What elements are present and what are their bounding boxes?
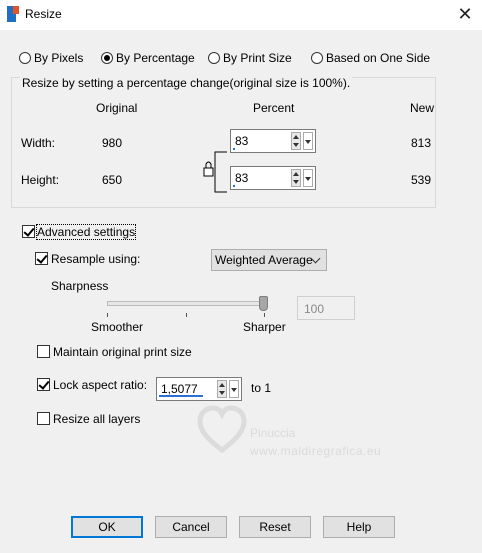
width-label: Width: xyxy=(21,136,56,150)
advanced-settings-checkbox[interactable] xyxy=(22,225,35,238)
slider-tick xyxy=(186,313,187,317)
radio-by-pixels[interactable] xyxy=(19,52,31,64)
radio-by-pixels-label: By Pixels xyxy=(34,51,84,65)
sharpness-label: Sharpness xyxy=(51,279,109,293)
height-spin-arrows[interactable] xyxy=(291,169,301,187)
resize-all-layers-checkbox[interactable] xyxy=(37,412,50,425)
sharpness-min-label: Smoother xyxy=(91,320,144,334)
sharpness-value: 100 xyxy=(304,302,325,316)
reset-button[interactable]: Reset xyxy=(239,516,311,538)
aspect-ratio-value: 1,5077 xyxy=(161,382,198,396)
lock-aspect-ratio-checkbox[interactable] xyxy=(37,378,50,391)
header-original: Original xyxy=(96,101,138,115)
radio-by-print-size[interactable] xyxy=(208,52,220,64)
width-original-value: 980 xyxy=(102,136,123,150)
width-percent-value: 83 xyxy=(235,134,249,148)
resample-method-value: Weighted Average xyxy=(215,253,313,267)
width-spin-arrows[interactable] xyxy=(291,132,301,150)
slider-tick xyxy=(264,313,265,317)
title-bar xyxy=(0,0,482,30)
slider-tick xyxy=(107,313,108,317)
resample-checkbox[interactable] xyxy=(35,252,48,265)
height-new-value: 539 xyxy=(411,173,432,187)
height-percent-spinner[interactable]: 83 xyxy=(230,166,316,190)
aspect-dropdown-arrow[interactable] xyxy=(229,380,239,398)
resample-label: Resample using: xyxy=(51,252,141,266)
height-dropdown-arrow[interactable] xyxy=(303,169,313,187)
height-original-value: 650 xyxy=(102,173,123,187)
window-title: Resize xyxy=(25,7,62,21)
resize-all-layers-label: Resize all layers xyxy=(53,412,141,426)
sharpness-max-label: Sharper xyxy=(243,320,286,334)
sharpness-value-field: 100 xyxy=(297,296,355,320)
aspect-ratio-suffix: to 1 xyxy=(251,381,272,395)
watermark-url: www.maldiregrafica.eu xyxy=(250,444,382,458)
maintain-print-size-label: Maintain original print size xyxy=(53,345,192,359)
radio-based-on-one-side-label: Based on One Side xyxy=(326,51,431,65)
app-icon xyxy=(7,6,19,22)
heart-logo-icon xyxy=(197,405,247,454)
sharpness-slider-thumb[interactable] xyxy=(259,296,268,311)
ok-button[interactable]: OK xyxy=(71,516,143,538)
radio-based-on-one-side[interactable] xyxy=(311,52,323,64)
group-title: Resize by setting a percentage change(or… xyxy=(20,76,353,90)
width-new-value: 813 xyxy=(411,136,432,150)
help-button[interactable]: Help xyxy=(323,516,395,538)
height-label: Height: xyxy=(21,173,60,187)
maintain-print-size-checkbox[interactable] xyxy=(37,345,50,358)
advanced-settings-label: Advanced settings xyxy=(35,224,137,240)
aspect-spin-arrows[interactable] xyxy=(217,380,227,398)
width-percent-spinner[interactable]: 83 xyxy=(230,129,316,153)
radio-by-percentage[interactable] xyxy=(101,52,113,64)
radio-by-percentage-label: By Percentage xyxy=(116,51,195,65)
width-dropdown-arrow[interactable] xyxy=(303,132,313,150)
header-percent: Percent xyxy=(253,101,295,115)
sharpness-slider-track[interactable] xyxy=(107,301,267,306)
header-new: New xyxy=(410,101,435,115)
close-icon[interactable]: ✕ xyxy=(452,2,478,26)
watermark-name: Pinuccia xyxy=(250,426,296,440)
lock-aspect-ratio-label: Lock aspect ratio: xyxy=(53,378,148,392)
height-percent-value: 83 xyxy=(235,171,249,185)
aspect-ratio-spinner[interactable]: 1,5077 xyxy=(156,377,242,401)
resample-method-select[interactable]: Weighted Average xyxy=(211,249,327,271)
aspect-lock-icon[interactable] xyxy=(203,150,229,194)
cancel-button[interactable]: Cancel xyxy=(155,516,227,538)
watermark: Pinuccia www.maldiregrafica.eu xyxy=(192,400,412,460)
radio-by-print-size-label: By Print Size xyxy=(223,51,292,65)
